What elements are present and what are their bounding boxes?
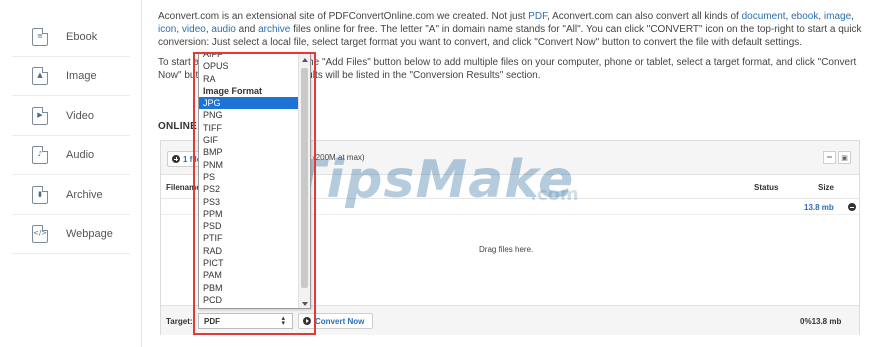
format-dropdown-list[interactable]: AIFF OPUS RA Image Format JPG PNG TIFF GIF BMP PN… bbox=[198, 53, 311, 309]
column-filename: Filename bbox=[166, 183, 201, 192]
link-ebook[interactable]: ebook bbox=[791, 11, 818, 22]
audio-icon: ♪ bbox=[32, 145, 48, 164]
sidebar-item-archive[interactable]: ▮ Archive bbox=[12, 175, 130, 215]
link-video[interactable]: video bbox=[182, 24, 206, 35]
add-icon bbox=[172, 155, 180, 163]
panel-footer: Target: PDF ▴ ▾ Convert Now 0%13.8 mb bbox=[161, 305, 859, 335]
grid-view-icon[interactable]: ▣ bbox=[838, 151, 851, 164]
dropdown-option[interactable]: AIFF bbox=[199, 54, 299, 60]
column-size: Size bbox=[818, 183, 835, 192]
drop-hint: Drag files here. bbox=[479, 245, 534, 254]
dropdown-option[interactable]: PTIF bbox=[199, 232, 299, 244]
sidebar-item-webpage[interactable]: </> Webpage bbox=[12, 214, 130, 254]
dropdown-option[interactable]: RA bbox=[199, 73, 299, 85]
dropdown-option[interactable]: GIF bbox=[199, 134, 299, 146]
sidebar-item-label: Ebook bbox=[66, 30, 98, 43]
list-view-icon[interactable]: ═ bbox=[823, 151, 836, 164]
dropdown-option[interactable]: JPG bbox=[199, 97, 299, 110]
link-pdf[interactable]: PDF bbox=[528, 11, 547, 22]
video-icon: ▶ bbox=[32, 106, 48, 125]
category-sidebar: ≡ Ebook ▲ Image ▶ Video ♪ Audio ▮ Archiv… bbox=[12, 0, 142, 347]
target-format-select[interactable]: PDF ▴ ▾ bbox=[198, 313, 293, 329]
sidebar-item-label: Video bbox=[66, 109, 94, 122]
sidebar-item-label: Image bbox=[66, 69, 97, 82]
target-label: Target: bbox=[166, 317, 193, 326]
link-archive[interactable]: archive bbox=[258, 24, 290, 35]
sidebar-item-image[interactable]: ▲ Image bbox=[12, 56, 130, 96]
intro-paragraph: Aconvert.com is an extensional site of P… bbox=[158, 11, 862, 48]
view-toggle: ═ ▣ bbox=[823, 151, 851, 164]
dropdown-group-label: Image Format bbox=[203, 85, 263, 96]
dropdown-scrollbar[interactable] bbox=[298, 54, 310, 308]
column-status: Status bbox=[754, 183, 779, 192]
dropdown-option[interactable]: PICT bbox=[199, 257, 299, 269]
progress-status: 0%13.8 mb bbox=[800, 317, 842, 326]
sidebar-item-label: Audio bbox=[66, 148, 95, 161]
dropdown-option[interactable]: PS bbox=[199, 171, 299, 183]
scroll-thumb[interactable] bbox=[301, 68, 308, 288]
total-size: 13.8 mb bbox=[804, 203, 834, 212]
size-limit-text: (200M at max) bbox=[313, 153, 365, 162]
dropdown-option[interactable]: PS2 bbox=[199, 183, 299, 195]
remove-icon[interactable] bbox=[848, 203, 856, 211]
dropdown-option[interactable]: PS3 bbox=[199, 196, 299, 208]
dropdown-option[interactable]: PCD bbox=[199, 294, 299, 306]
link-image[interactable]: image bbox=[824, 11, 851, 22]
image-icon: ▲ bbox=[32, 66, 48, 85]
dropdown-options: AIFF OPUS RA Image Format JPG PNG TIFF GIF BMP PN… bbox=[199, 54, 299, 306]
archive-icon: ▮ bbox=[32, 185, 48, 204]
dropdown-option[interactable]: TIFF bbox=[199, 122, 299, 134]
dropdown-option[interactable]: PSD bbox=[199, 220, 299, 232]
select-arrows-icon: ▴ ▾ bbox=[281, 314, 285, 327]
link-document[interactable]: document bbox=[742, 11, 786, 22]
link-audio[interactable]: audio bbox=[211, 24, 235, 35]
scroll-up-icon[interactable] bbox=[302, 58, 308, 62]
dropdown-option[interactable]: PNG bbox=[199, 109, 299, 121]
link-icon[interactable]: icon bbox=[158, 24, 176, 35]
dropdown-option[interactable]: PNM bbox=[199, 159, 299, 171]
play-icon bbox=[303, 317, 311, 325]
sidebar-item-audio[interactable]: ♪ Audio bbox=[12, 135, 130, 175]
ebook-icon: ≡ bbox=[32, 27, 48, 46]
convert-now-button[interactable]: Convert Now bbox=[298, 313, 374, 329]
dropdown-option[interactable]: OPUS bbox=[199, 60, 299, 72]
dropdown-option[interactable]: BMP bbox=[199, 146, 299, 158]
scroll-down-icon[interactable] bbox=[302, 302, 308, 306]
sidebar-item-ebook[interactable]: ≡ Ebook bbox=[12, 17, 130, 57]
dropdown-option[interactable]: PAM bbox=[199, 269, 299, 281]
dropdown-option[interactable]: PPM bbox=[199, 208, 299, 220]
dropdown-option[interactable]: RAD bbox=[199, 245, 299, 257]
webpage-icon: </> bbox=[32, 224, 48, 243]
sidebar-item-label: Webpage bbox=[66, 227, 113, 240]
dropdown-option[interactable]: PBM bbox=[199, 282, 299, 294]
sidebar-item-video[interactable]: ▶ Video bbox=[12, 96, 130, 136]
sidebar-item-label: Archive bbox=[66, 188, 103, 201]
